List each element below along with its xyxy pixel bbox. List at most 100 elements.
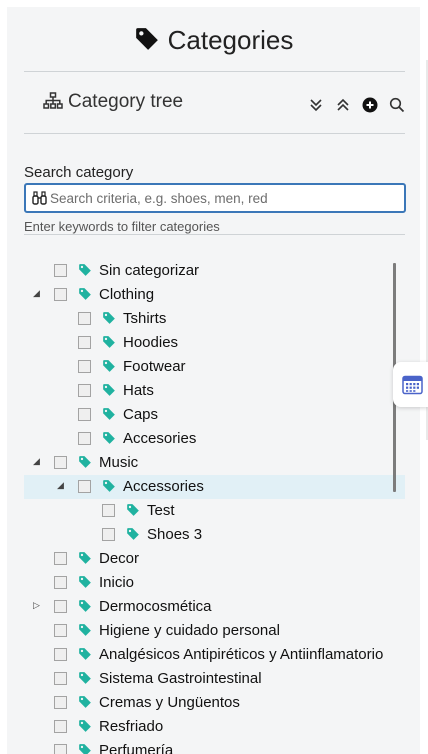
add-circle-icon[interactable] (362, 97, 378, 113)
tree-item[interactable]: Test (7, 499, 420, 523)
tree-item-label: Higiene y cuidado personal (99, 622, 280, 639)
expand-toggle-icon[interactable]: ◢ (33, 288, 43, 300)
tree-item-label: Tshirts (123, 310, 167, 327)
tree-item-checkbox[interactable] (102, 504, 115, 517)
tree-item-checkbox[interactable] (78, 360, 91, 373)
tree-item-checkbox[interactable] (78, 312, 91, 325)
tree-item-checkbox[interactable] (54, 696, 67, 709)
page-title: Categories (7, 25, 420, 56)
tree-item[interactable]: Inicio (7, 571, 420, 595)
tag-icon (135, 28, 158, 50)
tree-item-label: Sin categorizar (99, 262, 200, 279)
tree-item-label: Sistema Gastrointestinal (99, 670, 262, 687)
tree-item-checkbox[interactable] (54, 552, 67, 565)
tree-item-checkbox[interactable] (54, 720, 67, 733)
tag-icon (78, 719, 92, 737)
tree-panel-title-text: Category tree (68, 91, 184, 112)
search-field[interactable] (24, 183, 406, 213)
categories-panel: Categories Category tree Search category (7, 7, 420, 754)
tree-item-checkbox[interactable] (54, 288, 67, 301)
tree-item[interactable]: Decor (7, 547, 420, 571)
tree-item[interactable]: Accesories (7, 427, 420, 451)
tree-item-label: Music (99, 454, 139, 471)
tag-icon (102, 359, 116, 377)
tree-item-label: Accessories (123, 478, 204, 495)
search-input[interactable] (50, 188, 400, 208)
tree-item-checkbox[interactable] (78, 336, 91, 349)
tree-item-checkbox[interactable] (78, 432, 91, 445)
tree-item-label: Inicio (99, 574, 135, 591)
search-icon[interactable] (389, 97, 405, 113)
tree-item[interactable]: Hats (7, 379, 420, 403)
tree-item[interactable]: Analgésicos Antipiréticos y Antiinflamat… (7, 643, 420, 667)
tag-icon (78, 647, 92, 665)
tree-item-checkbox[interactable] (54, 648, 67, 661)
tree-item-label: Test (147, 502, 175, 519)
tree-item-checkbox[interactable] (78, 408, 91, 421)
tree-item[interactable]: Sin categorizar (7, 259, 420, 283)
tag-icon (102, 335, 116, 353)
tree-item[interactable]: ▷ Dermocosmética (7, 595, 420, 619)
sitemap-icon (43, 92, 63, 109)
tag-icon (102, 431, 116, 449)
tree-item-label: Perfumería (99, 742, 174, 754)
expand-toggle-icon[interactable]: ◢ (57, 480, 67, 492)
tree-item[interactable]: Perfumería (7, 739, 420, 754)
tree-item-checkbox[interactable] (54, 672, 67, 685)
expand-toggle-icon[interactable]: ◢ (33, 456, 43, 468)
tree-item-label: Hats (123, 382, 154, 399)
tree-item-checkbox[interactable] (102, 528, 115, 541)
tag-icon (78, 695, 92, 713)
tag-icon (78, 671, 92, 689)
tag-icon (126, 527, 140, 545)
expand-all-icon[interactable] (308, 97, 324, 113)
tag-icon (78, 455, 92, 473)
tree-item[interactable]: ◢ Music (7, 451, 420, 475)
page-title-text: Categories (167, 25, 294, 55)
tree-item-checkbox[interactable] (54, 264, 67, 277)
tag-icon (78, 263, 92, 281)
tree-item[interactable]: Tshirts (7, 307, 420, 331)
tree-item-checkbox[interactable] (54, 456, 67, 469)
tree-item[interactable]: ◢ Accessories (24, 475, 405, 499)
collapse-all-icon[interactable] (335, 97, 351, 113)
tree-item[interactable]: Footwear (7, 355, 420, 379)
search-hint: Enter keywords to filter categories (24, 219, 220, 234)
calendar-button[interactable] (393, 362, 428, 407)
tree-item[interactable]: Caps (7, 403, 420, 427)
tag-icon (78, 743, 92, 754)
tree-item-label: Caps (123, 406, 159, 423)
tag-icon (78, 575, 92, 593)
tree-item[interactable]: Resfriado (7, 715, 420, 739)
tree-item-checkbox[interactable] (54, 624, 67, 637)
collapse-toggle-icon[interactable]: ▷ (33, 600, 43, 612)
tree-item-checkbox[interactable] (54, 576, 67, 589)
search-label: Search category (24, 164, 134, 181)
tag-icon (102, 311, 116, 329)
tree-item[interactable]: Hoodies (7, 331, 420, 355)
divider (24, 71, 405, 72)
tag-icon (102, 407, 116, 425)
divider (24, 133, 405, 134)
tree-item-checkbox[interactable] (78, 480, 91, 493)
tree-item-label: Resfriado (99, 718, 164, 735)
tree-item[interactable]: Sistema Gastrointestinal (7, 667, 420, 691)
divider (24, 234, 405, 235)
tree-item-label: Shoes 3 (147, 526, 203, 543)
tree-item-label: Accesories (123, 430, 197, 447)
tree-item[interactable]: Higiene y cuidado personal (7, 619, 420, 643)
calendar-icon (402, 375, 423, 395)
tag-icon (78, 551, 92, 569)
tree-item[interactable]: ◢ Clothing (7, 283, 420, 307)
tree-panel-title: Category tree (43, 91, 183, 113)
tree-item-label: Cremas y Ungüentos (99, 694, 240, 711)
tag-icon (102, 479, 116, 497)
tree-item-label: Hoodies (123, 334, 179, 351)
tree-item[interactable]: Shoes 3 (7, 523, 420, 547)
tag-icon (78, 623, 92, 641)
tree-item-checkbox[interactable] (78, 384, 91, 397)
binoculars-icon (32, 191, 47, 205)
tree-item-checkbox[interactable] (54, 600, 67, 613)
tree-item[interactable]: Cremas y Ungüentos (7, 691, 420, 715)
tree-item-checkbox[interactable] (54, 744, 67, 754)
